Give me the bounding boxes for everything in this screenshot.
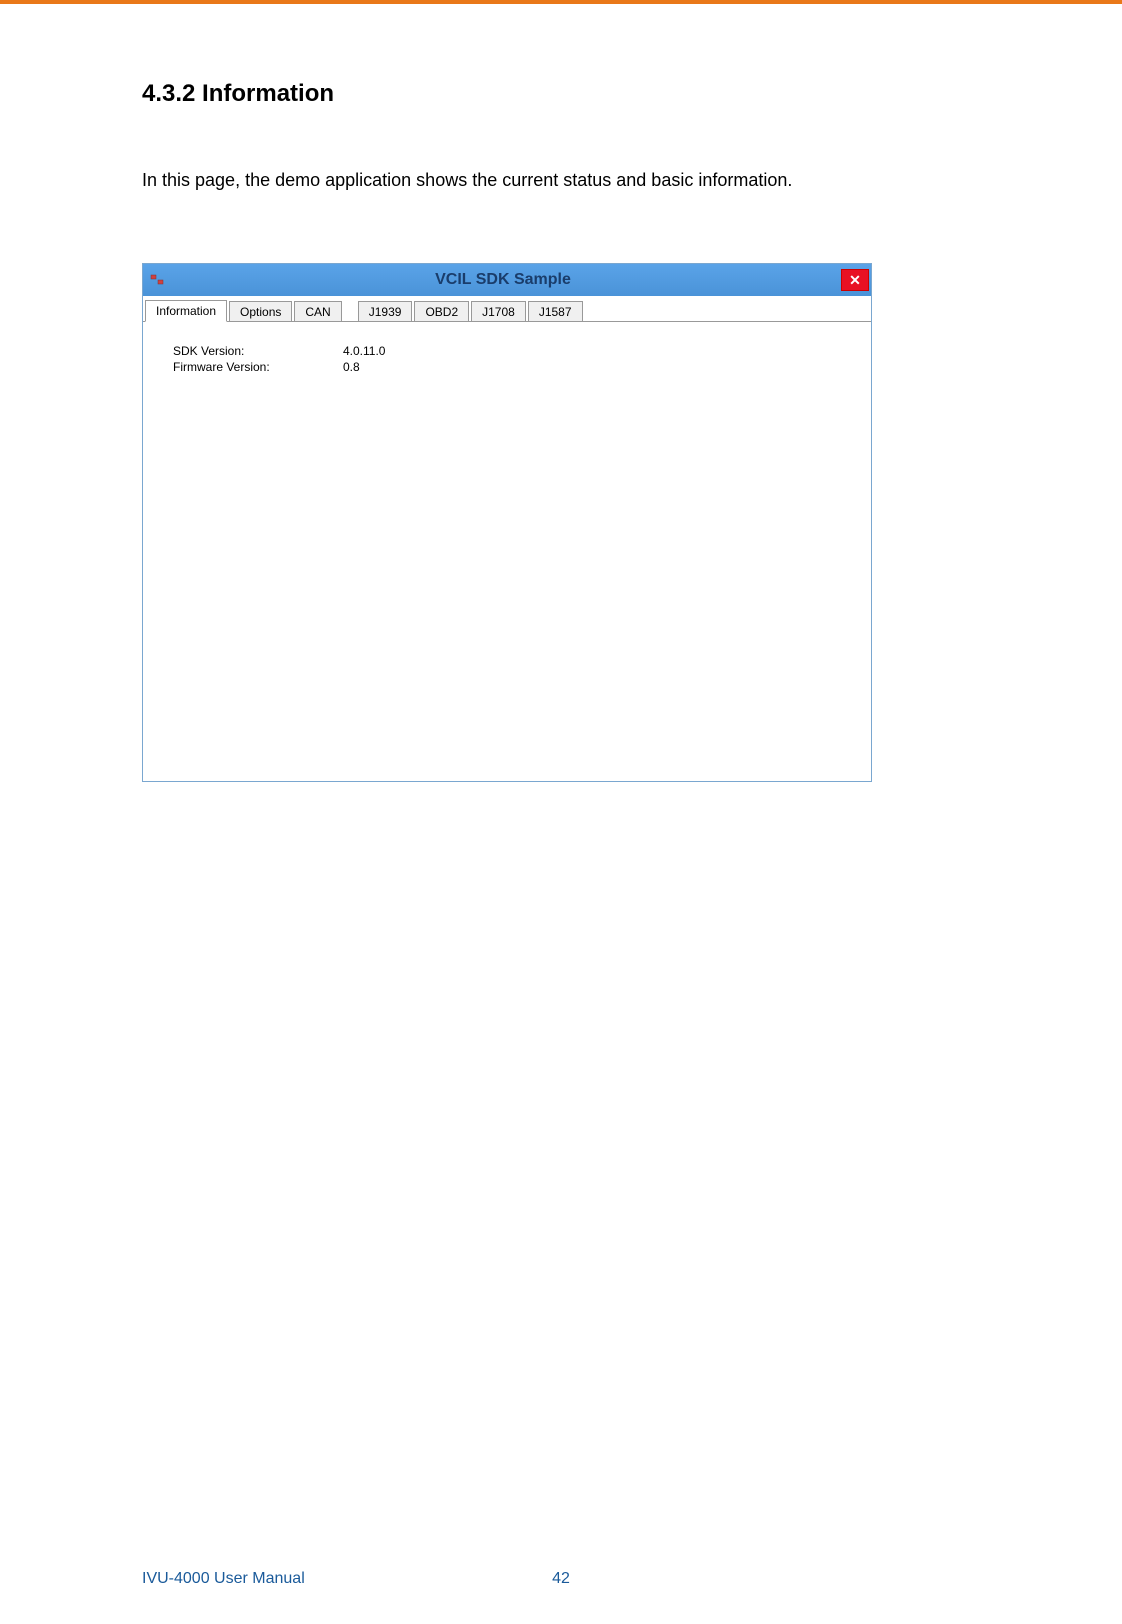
app-window: VCIL SDK Sample ✕ Information Options CA…	[142, 263, 872, 782]
info-row-sdk: SDK Version: 4.0.11.0	[173, 344, 841, 358]
tab-j1708[interactable]: J1708	[471, 301, 526, 322]
tab-obd2[interactable]: OBD2	[414, 301, 469, 322]
section-heading: 4.3.2 Information	[142, 80, 982, 108]
tab-options[interactable]: Options	[229, 301, 292, 322]
footer-page-number: 42	[552, 1570, 570, 1588]
tab-j1587[interactable]: J1587	[528, 301, 583, 322]
section-body-text: In this page, the demo application shows…	[142, 168, 982, 193]
page-content: 4.3.2 Information In this page, the demo…	[142, 80, 982, 782]
firmware-version-label: Firmware Version:	[173, 360, 343, 374]
app-icon	[149, 272, 165, 288]
sdk-version-value: 4.0.11.0	[343, 344, 841, 358]
footer-manual-name: IVU-4000 User Manual	[142, 1570, 305, 1588]
tab-row: Information Options CAN J1939 OBD2 J1708…	[143, 296, 871, 322]
tab-can[interactable]: CAN	[294, 301, 341, 322]
page-top-border	[0, 0, 1122, 4]
firmware-version-value: 0.8	[343, 360, 841, 374]
tab-information[interactable]: Information	[145, 300, 227, 322]
title-bar: VCIL SDK Sample ✕	[143, 264, 871, 296]
tab-content-panel: SDK Version: 4.0.11.0 Firmware Version: …	[143, 321, 871, 781]
info-row-firmware: Firmware Version: 0.8	[173, 360, 841, 374]
window-title: VCIL SDK Sample	[165, 271, 841, 289]
close-icon: ✕	[849, 272, 861, 289]
sdk-version-label: SDK Version:	[173, 344, 343, 358]
tab-j1939[interactable]: J1939	[358, 301, 413, 322]
page-footer: IVU-4000 User Manual	[142, 1570, 1022, 1588]
close-button[interactable]: ✕	[841, 269, 869, 291]
